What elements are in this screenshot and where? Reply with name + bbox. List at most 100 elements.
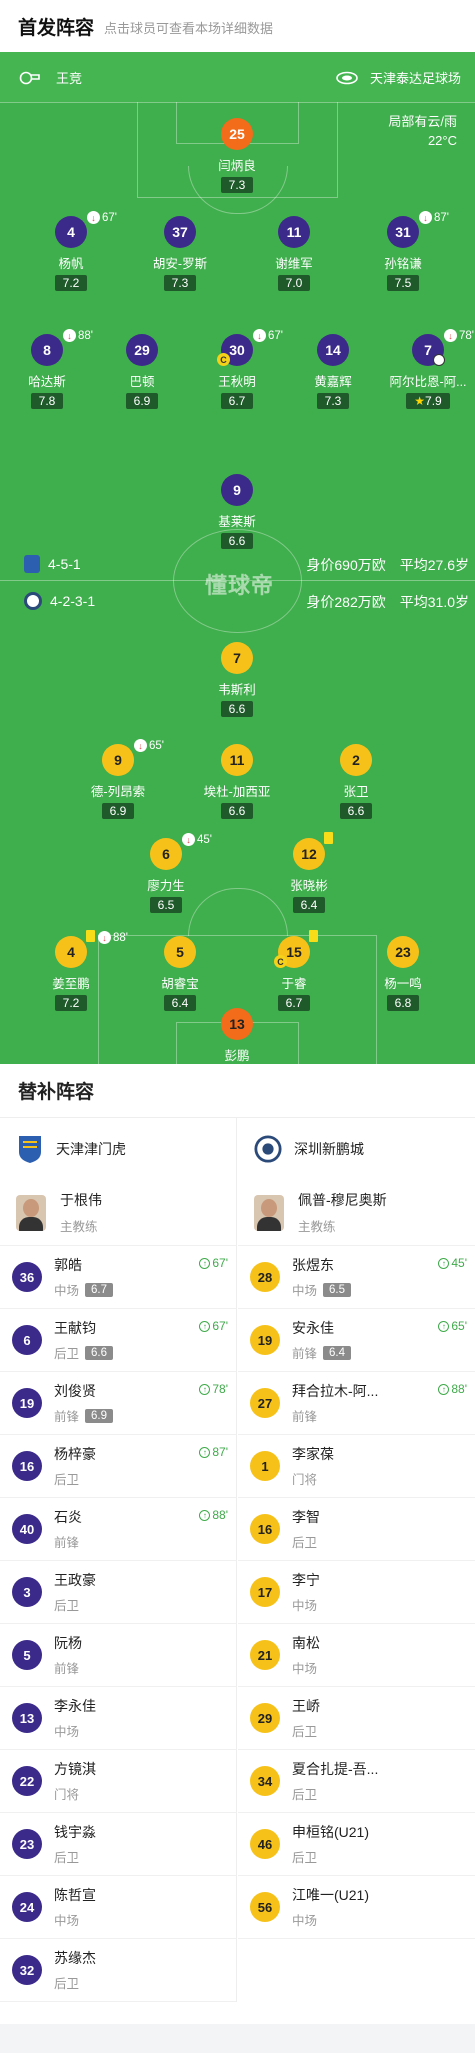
sub-player-row[interactable]: 23 钱宇淼 后卫 xyxy=(0,1813,236,1876)
player-name: 王献钧 xyxy=(54,1320,96,1336)
sub-player-row[interactable]: 19 刘俊贤 前锋 6.9 ↑ 78' xyxy=(0,1372,236,1435)
rating-value: 6.6 xyxy=(228,702,246,716)
player-position: 前锋 xyxy=(54,1536,80,1550)
sub-player-row[interactable]: 3 王政豪 后卫 xyxy=(0,1561,236,1624)
player-name: 张煜东 xyxy=(292,1257,334,1273)
sub-out-icon: ↓ xyxy=(98,931,111,944)
away-coach[interactable]: 佩普-穆尼奥斯 主教练 xyxy=(238,1180,475,1246)
home-team-header[interactable]: 天津津门虎 xyxy=(0,1118,236,1180)
away-value: 身价282万欧 xyxy=(306,594,386,610)
home-player[interactable]: 7 ↓ 78' 阿尔比恩-阿... ★7.9 xyxy=(373,329,475,410)
player-rating: 6.6 xyxy=(220,533,254,549)
sub-player-row[interactable]: 16 杨梓豪 后卫 ↑ 87' xyxy=(0,1435,236,1498)
sub-player-row[interactable]: 13 李永佳 中场 xyxy=(0,1687,236,1750)
jersey-number: 5 xyxy=(12,1640,42,1670)
player-name: 方镜淇 xyxy=(54,1761,96,1777)
player-name: 苏缘杰 xyxy=(54,1950,96,1966)
jersey-number: 29 xyxy=(250,1703,280,1733)
whistle-icon xyxy=(19,71,40,84)
sub-player-row[interactable]: 17 李宁 中场 xyxy=(238,1561,475,1624)
player-name: 黄嘉辉 xyxy=(314,375,352,389)
home-player[interactable]: 14 黄嘉辉 7.3 xyxy=(278,334,388,410)
player-rating: 6.6 xyxy=(220,701,254,717)
sub-player-row[interactable]: 6 王献钧 后卫 6.6 ↑ 67' xyxy=(0,1309,236,1372)
sub-out-indicator: ↓ 65' xyxy=(134,739,164,752)
sub-in-indicator: ↑ 67' xyxy=(199,1319,228,1333)
away-team-header[interactable]: 深圳新鹏城 xyxy=(238,1118,475,1180)
sub-in-minute: 65' xyxy=(451,1319,467,1333)
sub-player-row[interactable]: 19 安永佳 前锋 6.4 ↑ 65' xyxy=(238,1309,475,1372)
jersey-number: 40 xyxy=(12,1514,42,1544)
away-player[interactable]: 15 C 于睿 6.7 xyxy=(239,930,349,1012)
away-player[interactable]: 2 张卫 6.6 xyxy=(301,744,411,820)
sub-player-row[interactable]: 16 李智 后卫 xyxy=(238,1498,475,1561)
home-player[interactable]: 25 闫炳良 7.3 xyxy=(182,118,292,194)
jersey-number: 19 xyxy=(250,1325,280,1355)
sub-player-row[interactable]: 56 江唯一(U21) 中场 xyxy=(238,1876,475,1939)
home-player[interactable]: 4 ↓ 67' 杨帆 7.2 xyxy=(16,211,126,292)
rating-value: 6.9 xyxy=(109,804,127,818)
sub-in-icon: ↑ xyxy=(199,1257,211,1269)
away-player[interactable]: 5 胡睿宝 6.4 xyxy=(125,936,235,1012)
home-coach[interactable]: 于根伟 主教练 xyxy=(0,1180,236,1246)
away-formation-row: 4-2-3-1 身价282万欧 平均31.0岁 xyxy=(0,592,475,616)
player-position: 前锋 xyxy=(54,1662,80,1676)
rating-value: 7.3 xyxy=(171,276,189,290)
jersey-number: 6 xyxy=(12,1325,42,1355)
player-name: 拜合拉木-阿... xyxy=(292,1383,379,1399)
away-team-crest-icon xyxy=(254,1134,282,1164)
jersey-number: 14 xyxy=(317,334,349,366)
away-player[interactable]: 6 ↓ 45' 廖力生 6.5 xyxy=(111,833,221,914)
sub-player-row[interactable]: 34 夏合扎提-吾... 后卫 xyxy=(238,1750,475,1813)
sub-player-row[interactable]: 28 张煜东 中场 6.5 ↑ 45' xyxy=(238,1246,475,1309)
sub-in-indicator: ↑ 45' xyxy=(438,1256,467,1270)
sub-out-icon: ↓ xyxy=(87,211,100,224)
home-player[interactable]: 11 谢维军 7.0 xyxy=(239,216,349,292)
home-player[interactable]: 30 ↓ 67' C 王秋明 6.7 xyxy=(182,329,292,410)
away-player[interactable]: 11 埃杜-加西亚 6.6 xyxy=(182,744,292,820)
player-name: 韦斯利 xyxy=(218,683,256,697)
sub-player-row[interactable]: 40 石炎 前锋 ↑ 88' xyxy=(0,1498,236,1561)
jersey-number: 4 xyxy=(55,216,87,248)
away-player[interactable]: 13彭鹏6.1 xyxy=(182,1008,292,1064)
home-subs-column: 天津津门虎 于根伟 主教练 36 郭皓 中场 6.7 ↑ 67' 6 王献钧 后卫 6.6 ↑ 67' 1… xyxy=(0,1118,237,2002)
captain-badge: C xyxy=(217,353,230,366)
away-player[interactable]: 7 韦斯利 6.6 xyxy=(182,642,292,718)
sub-player-row[interactable]: 21 南松 中场 xyxy=(238,1624,475,1687)
player-rating: 7.3 xyxy=(316,393,350,409)
stadium-info: 天津泰达足球场 xyxy=(336,68,461,87)
home-player[interactable]: 29 巴顿 6.9 xyxy=(87,334,197,410)
player-rating: 6.7 xyxy=(85,1282,114,1297)
sub-player-row[interactable]: 29 王峤 后卫 xyxy=(238,1687,475,1750)
sub-player-row[interactable]: 5 阮杨 前锋 xyxy=(0,1624,236,1687)
sub-player-row[interactable]: 46 申桓铭(U21) 后卫 xyxy=(238,1813,475,1876)
sub-player-row[interactable]: 1 李家葆 门将 xyxy=(238,1435,475,1498)
home-player[interactable]: 31 ↓ 87' 孙铭谦 7.5 xyxy=(348,211,458,292)
jersey-number: 9 xyxy=(221,474,253,506)
player-rating: 6.8 xyxy=(386,995,420,1011)
away-player[interactable]: 4 ↓ 88' 姜至鹏 7.2 xyxy=(16,930,128,1012)
player-position: 后卫 xyxy=(54,1347,80,1361)
stadium-icon xyxy=(336,71,358,84)
away-player[interactable]: 12 张晓彬 6.4 xyxy=(254,832,364,914)
sub-player-row[interactable]: 22 方镜淇 门将 xyxy=(0,1750,236,1813)
sub-player-row[interactable]: 36 郭皓 中场 6.7 ↑ 67' xyxy=(0,1246,236,1309)
sub-player-row[interactable]: 24 陈哲宣 中场 xyxy=(0,1876,236,1939)
sub-player-row[interactable]: 27 拜合拉木-阿... 前锋 ↑ 88' xyxy=(238,1372,475,1435)
sub-in-indicator: ↑ 65' xyxy=(438,1319,467,1333)
away-team-logo-icon xyxy=(24,592,42,610)
home-player[interactable]: 37 胡安-罗斯 7.3 xyxy=(125,216,235,292)
sub-in-indicator: ↑ 88' xyxy=(438,1382,467,1396)
coach-role: 主教练 xyxy=(298,1220,336,1234)
home-player[interactable]: 9 基莱斯 6.6 xyxy=(182,474,292,550)
sub-in-minute: 87' xyxy=(212,1445,228,1459)
away-subs-column: 深圳新鹏城 佩普-穆尼奥斯 主教练 28 张煜东 中场 6.5 ↑ 45' 19 安永佳 前锋 6.… xyxy=(238,1118,475,1939)
away-player[interactable]: 9 ↓ 65' 德-列昂索 6.9 xyxy=(63,739,173,820)
sub-player-row[interactable]: 32 苏缘杰 后卫 xyxy=(0,1939,236,2002)
away-player[interactable]: 23 杨一鸣 6.8 xyxy=(348,936,458,1012)
rating-value: 6.7 xyxy=(228,394,246,408)
player-rating: 7.2 xyxy=(54,275,88,291)
jersey-number: 32 xyxy=(12,1955,42,1985)
yellow-card-icon xyxy=(86,930,95,942)
sub-in-icon: ↑ xyxy=(199,1446,211,1458)
